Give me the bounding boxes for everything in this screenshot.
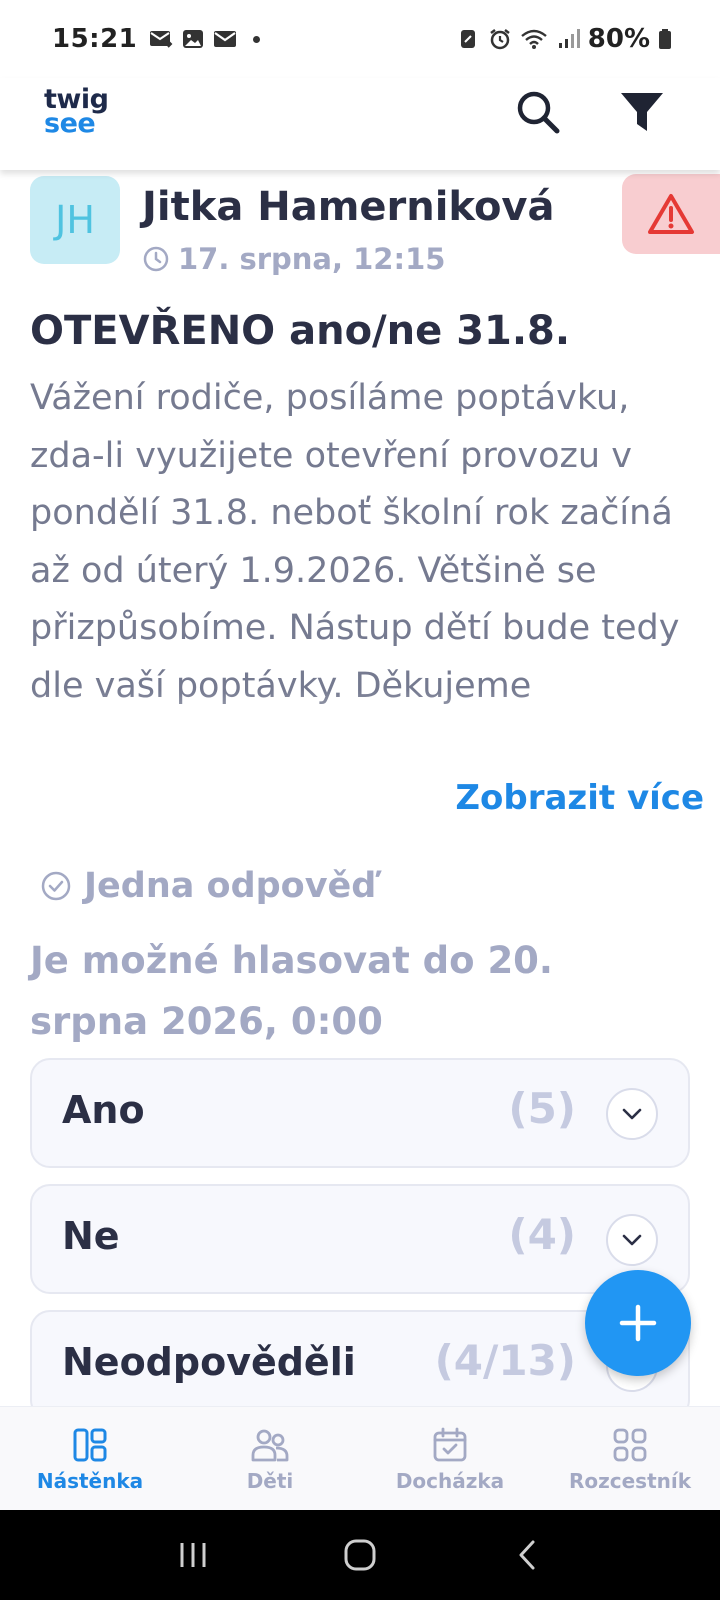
post-time: 17. srpna, 12:15 <box>142 242 445 276</box>
poll-type: Jedna odpověď <box>40 866 376 906</box>
notification-dot-icon <box>253 35 261 43</box>
nav-item-rozcestnik[interactable]: Rozcestník <box>540 1407 720 1510</box>
nav-label: Rozcestník <box>568 1469 692 1493</box>
status-left: 15:21 <box>52 24 261 54</box>
poll-option-label: Ne <box>62 1214 120 1258</box>
recent-apps-button[interactable] <box>163 1530 223 1580</box>
search-icon <box>517 91 560 134</box>
chevron-down-icon <box>622 1234 642 1246</box>
nav-label: Docházka <box>395 1469 505 1493</box>
status-bar: 15:21 80% <box>0 0 720 78</box>
plus-icon <box>619 1304 657 1342</box>
filter-icon <box>621 93 663 131</box>
dashboard-icon <box>73 1428 107 1462</box>
gallery-icon <box>183 30 204 48</box>
home-icon <box>344 1539 376 1571</box>
screen: 15:21 80% twig see JH Jitka Hamerniková … <box>0 0 720 1600</box>
expand-button[interactable] <box>606 1214 658 1266</box>
children-icon <box>251 1429 289 1462</box>
avatar[interactable]: JH <box>30 176 120 264</box>
nav-label: Nástěnka <box>36 1469 144 1493</box>
expand-button[interactable] <box>606 1088 658 1140</box>
calendar-check-icon <box>433 1427 467 1462</box>
post-title: OTEVŘENO ano/ne 31.8. <box>30 308 571 354</box>
poll-option-count: (4) <box>508 1210 576 1259</box>
wifi-icon <box>520 29 547 49</box>
nav-item-nastenka[interactable]: Nástěnka <box>0 1407 180 1510</box>
nav-label: Děti <box>246 1469 294 1493</box>
bottom-nav: Nástěnka Děti Docházka Rozcestník <box>0 1406 720 1510</box>
poll-option-label: Neodpověděli <box>62 1340 356 1384</box>
nav-item-deti[interactable]: Děti <box>180 1407 360 1510</box>
battery-icon <box>659 29 671 49</box>
poll-option-ano[interactable]: Ano (5) <box>30 1058 690 1168</box>
status-right: 80% <box>456 24 672 54</box>
feed-content[interactable]: JH Jitka Hamerniková 17. srpna, 12:15 OT… <box>0 170 720 1406</box>
nav-item-dochazka[interactable]: Docházka <box>360 1407 540 1510</box>
recent-apps-icon <box>180 1543 206 1567</box>
system-nav-bar <box>0 1510 720 1600</box>
signal-icon <box>558 29 580 48</box>
status-time: 15:21 <box>52 24 138 54</box>
post-body-fade <box>0 690 720 770</box>
home-button[interactable] <box>330 1530 390 1580</box>
mail-forward-icon <box>150 31 173 48</box>
poll-type-text: Jedna odpověď <box>84 866 377 906</box>
report-button[interactable] <box>622 174 720 254</box>
chevron-down-icon <box>622 1108 642 1120</box>
poll-deadline: Je možné hlasovat do 20. srpna 2026, 0:0… <box>30 939 553 1043</box>
check-circle-icon <box>41 871 71 901</box>
show-more-link[interactable]: Zobrazit více <box>455 778 704 818</box>
back-button[interactable] <box>497 1530 557 1580</box>
author-name: Jitka Hamerniková <box>142 184 555 230</box>
alarm-icon <box>490 29 510 50</box>
poll-option-count: (4/13) <box>434 1336 576 1385</box>
poll-option-label: Ano <box>62 1088 145 1132</box>
poll-option-count: (5) <box>508 1084 576 1133</box>
poll-option-ne[interactable]: Ne (4) <box>30 1184 690 1294</box>
clock-icon <box>143 246 169 272</box>
search-button[interactable] <box>510 84 566 140</box>
twigsee-logo[interactable]: twig see <box>44 86 124 144</box>
nfc-icon <box>460 30 475 48</box>
add-post-button[interactable] <box>585 1270 691 1376</box>
post-time-text: 17. srpna, 12:15 <box>178 242 446 276</box>
warning-icon <box>648 194 694 234</box>
mail-icon <box>214 31 237 47</box>
back-icon <box>519 1540 535 1570</box>
logo-line-2: see <box>44 108 96 139</box>
apps-icon <box>613 1428 647 1462</box>
filter-button[interactable] <box>614 84 670 140</box>
app-header: twig see <box>0 78 720 170</box>
battery-percent: 80% <box>587 24 650 54</box>
